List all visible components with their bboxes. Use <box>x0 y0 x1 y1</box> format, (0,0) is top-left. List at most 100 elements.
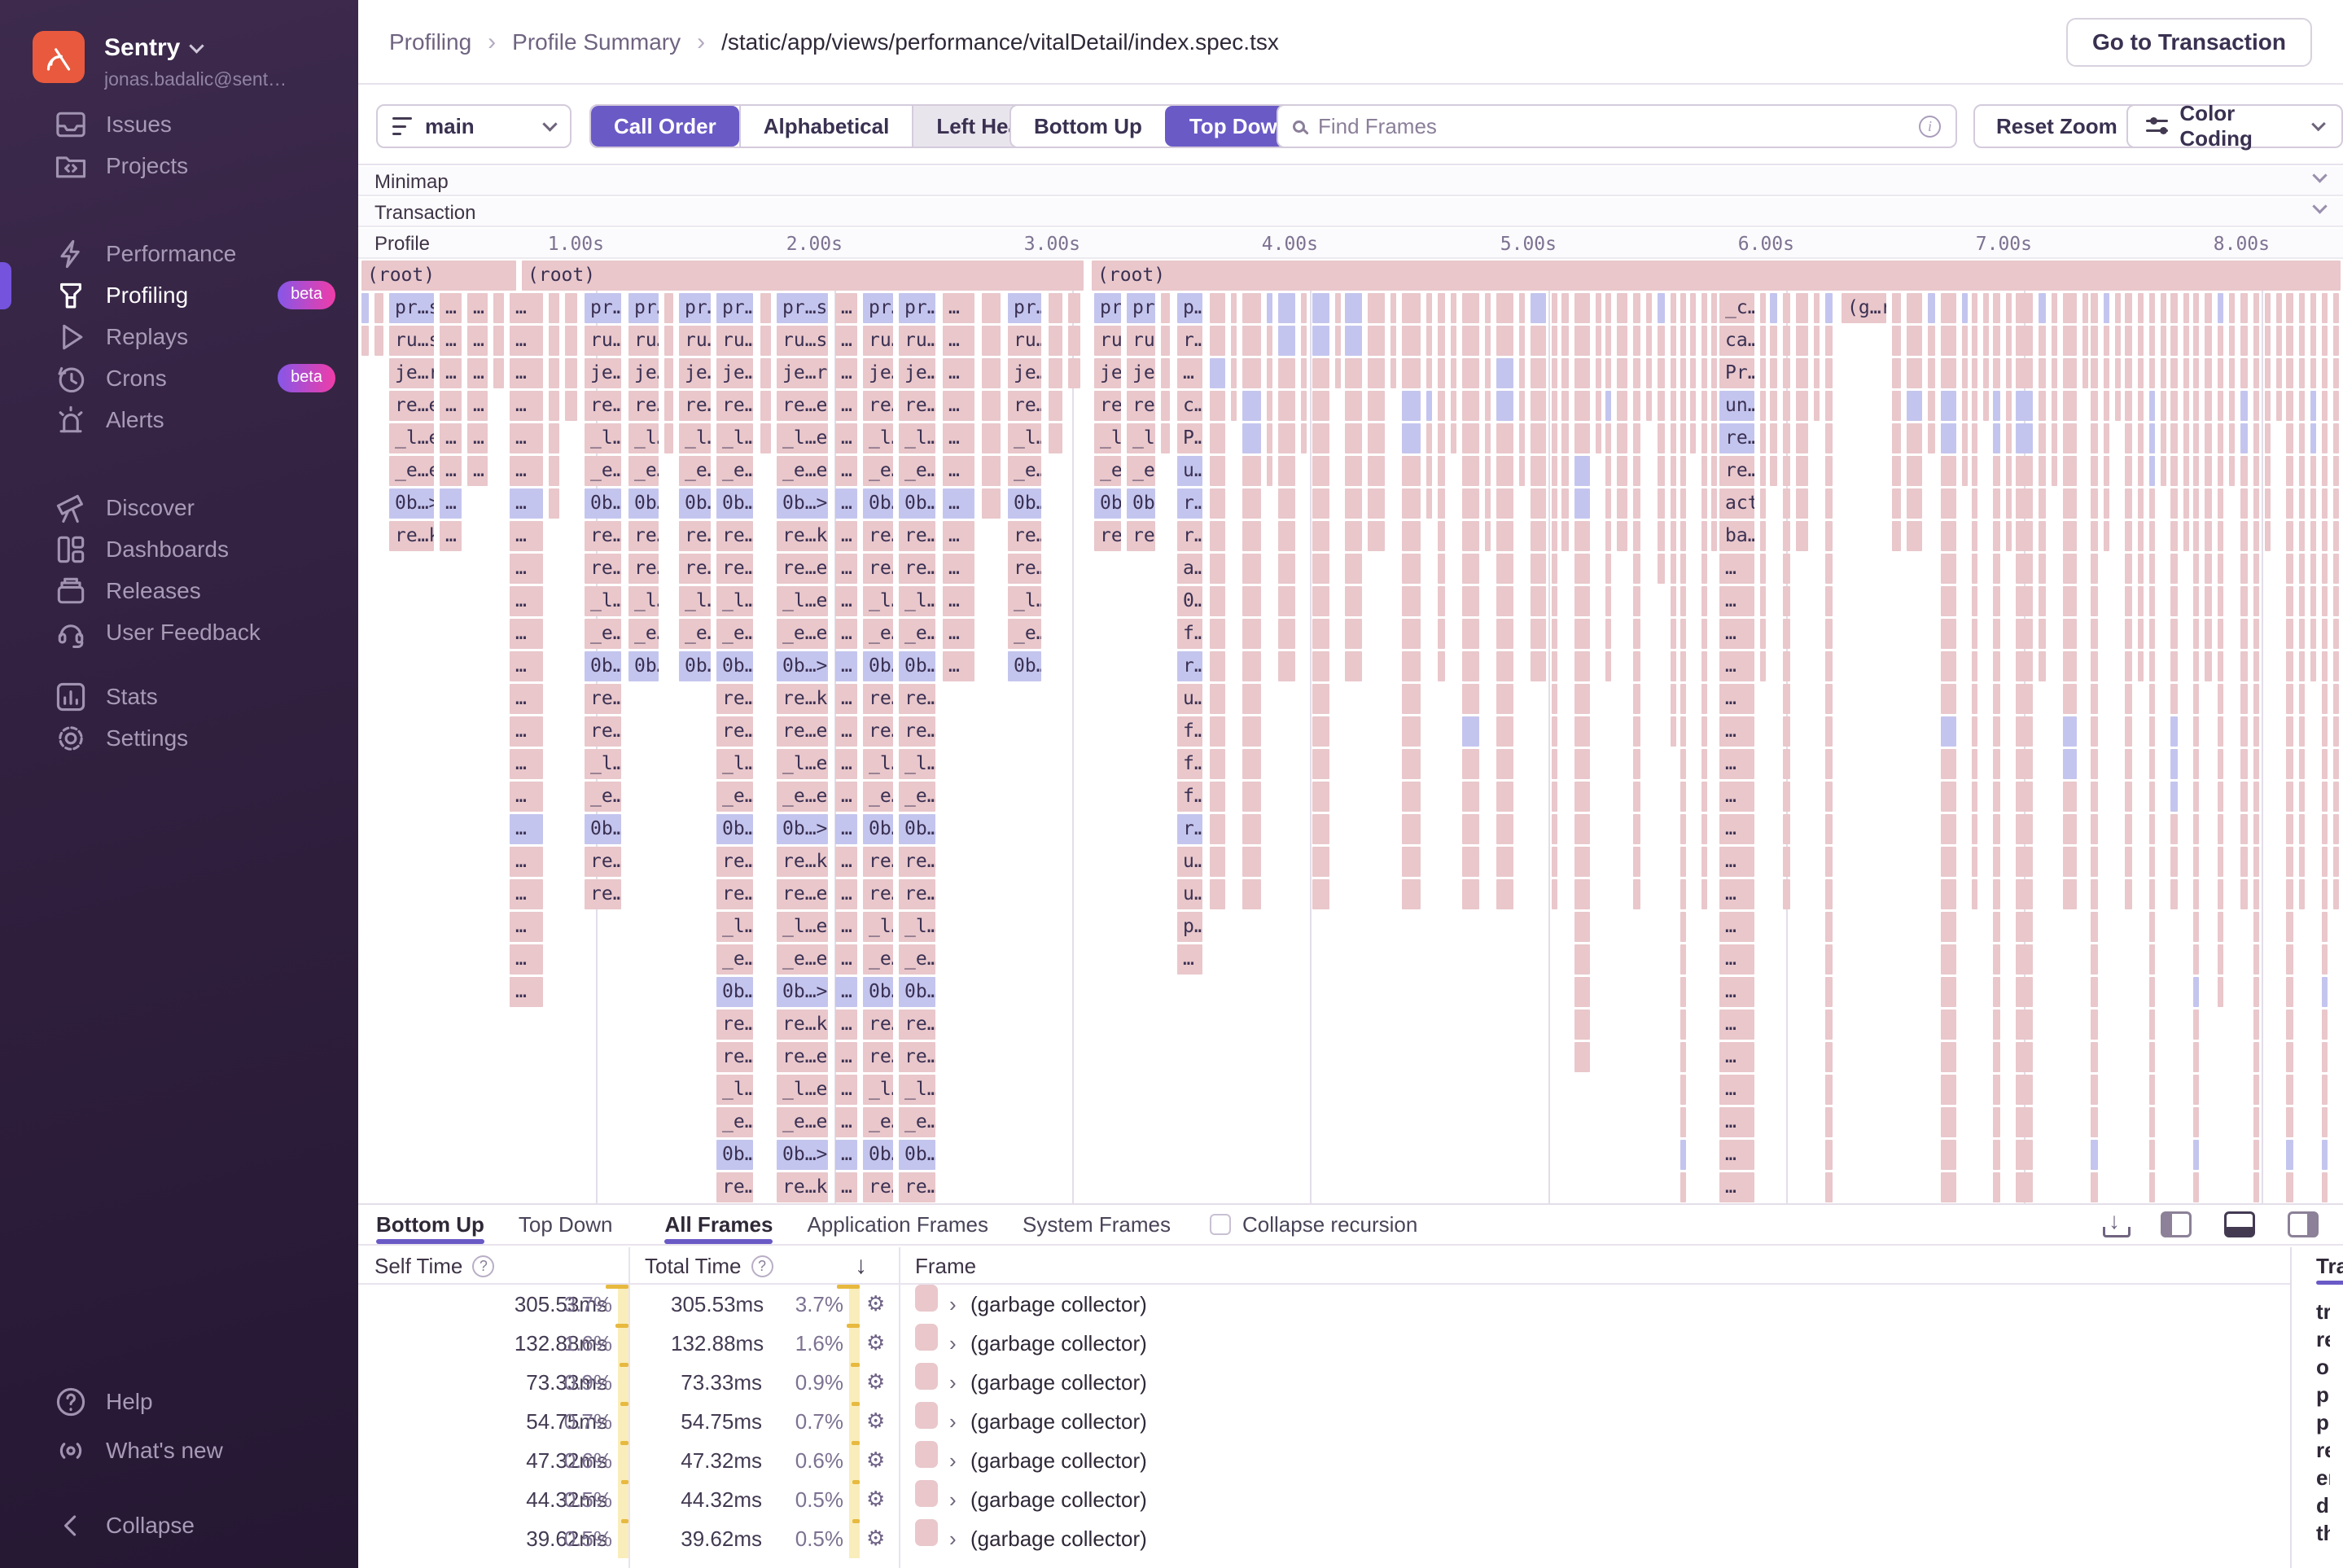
flamegraph-frame[interactable]: _e…e <box>1008 619 1041 649</box>
flamegraph-frame[interactable] <box>2170 814 2178 844</box>
flamegraph-frame[interactable] <box>1552 358 1557 388</box>
flamegraph-frame[interactable] <box>2149 293 2155 323</box>
flamegraph-frame[interactable] <box>1993 1010 2000 1040</box>
flamegraph-frame[interactable]: … <box>510 521 543 551</box>
flamegraph-frame[interactable] <box>2091 684 2098 714</box>
flamegraph-frame[interactable]: _e…e <box>899 456 935 486</box>
flamegraph-frame[interactable] <box>2265 293 2271 323</box>
flamegraph-frame[interactable] <box>2253 619 2259 649</box>
flamegraph-frame[interactable] <box>1972 879 1977 909</box>
flamegraph-frame[interactable] <box>2104 391 2109 421</box>
flamegraph-frame[interactable]: 0b…> <box>628 488 659 519</box>
flamegraph-frame[interactable] <box>1633 749 1640 779</box>
flamegraph-frame[interactable] <box>1605 651 1611 681</box>
flamegraph-frame[interactable] <box>1312 879 1329 909</box>
flamegraph-frame[interactable] <box>2039 326 2046 356</box>
flamegraph-frame[interactable] <box>2205 423 2212 453</box>
flamegraph-frame[interactable]: _l…e <box>899 912 935 942</box>
flamegraph-frame[interactable] <box>1770 293 1777 323</box>
flamegraph-frame[interactable] <box>2104 488 2109 519</box>
flamegraph-frame[interactable] <box>2193 619 2199 649</box>
flamegraph-frame[interactable]: _e…e <box>863 1107 893 1137</box>
flamegraph-frame[interactable] <box>1658 326 1665 356</box>
flamegraph-frame[interactable] <box>1462 847 1479 877</box>
flamegraph-frame[interactable] <box>1462 814 1479 844</box>
flamegraph-frame[interactable] <box>1680 977 1686 1007</box>
flamegraph-frame[interactable] <box>1574 847 1590 877</box>
flamegraph-frame[interactable] <box>1596 423 1601 453</box>
flamegraph-frame[interactable] <box>1242 358 1261 388</box>
flamegraph-frame[interactable] <box>1496 684 1513 714</box>
flamegraph-frame[interactable] <box>2091 782 2098 812</box>
flamegraph-frame[interactable]: … <box>835 847 857 877</box>
chevron-right-icon[interactable]: › <box>949 1519 957 1558</box>
flamegraph-frame[interactable] <box>2149 944 2155 975</box>
flamegraph-frame[interactable] <box>361 326 369 356</box>
flamegraph-frame[interactable] <box>1242 423 1261 453</box>
flamegraph-frame[interactable] <box>2253 391 2259 421</box>
flamegraph-frame[interactable] <box>2125 391 2132 421</box>
flamegraph-frame[interactable]: 0b…> <box>716 814 753 844</box>
flamegraph-frame[interactable] <box>1242 879 1261 909</box>
flamegraph-frame[interactable] <box>1462 488 1479 519</box>
flamegraph-frame[interactable] <box>2310 391 2316 421</box>
tab-system-frames[interactable]: System Frames <box>1023 1205 1171 1244</box>
flamegraph-frame[interactable] <box>1680 358 1686 388</box>
flamegraph-frame[interactable]: je…r <box>899 358 935 388</box>
flamegraph-frame[interactable] <box>2149 1107 2155 1137</box>
flamegraph-frame[interactable] <box>1983 326 1989 356</box>
flamegraph-frame[interactable] <box>1596 358 1601 388</box>
flamegraph-frame[interactable] <box>1519 423 1525 453</box>
flamegraph-frame[interactable] <box>2240 619 2248 649</box>
flamegraph-frame[interactable] <box>2240 651 2248 681</box>
flamegraph-frame[interactable]: r… <box>1177 651 1202 681</box>
flamegraph-frame[interactable] <box>2149 749 2155 779</box>
flamegraph-frame[interactable] <box>1825 1107 1833 1137</box>
flamegraph-frame[interactable]: P… <box>1177 423 1202 453</box>
flamegraph-frame[interactable]: re…e <box>716 879 753 909</box>
flamegraph-frame[interactable] <box>2205 391 2212 421</box>
flamegraph-frame[interactable] <box>549 326 559 356</box>
flamegraph-frame[interactable]: _e…e <box>389 456 434 486</box>
flamegraph-frame[interactable] <box>2286 651 2293 681</box>
flamegraph-frame[interactable]: pr…s <box>777 293 828 323</box>
table-row[interactable]: 73.33ms 0.9% 73.33ms 0.9% ⚙ › (garbage collect… <box>358 1363 2290 1402</box>
flamegraph-frame[interactable] <box>2149 912 2155 942</box>
flamegraph-frame[interactable] <box>1552 293 1557 323</box>
flamegraph-frame[interactable] <box>1972 521 1977 551</box>
flamegraph-frame[interactable] <box>1552 684 1557 714</box>
flamegraph-frame[interactable] <box>2149 1010 2155 1040</box>
flamegraph-frame[interactable] <box>1671 716 1676 747</box>
flamegraph-frame[interactable] <box>1574 977 1590 1007</box>
flamegraph-frame[interactable] <box>2193 847 2199 877</box>
flamegraph-frame[interactable] <box>1552 586 1557 616</box>
flamegraph-frame[interactable] <box>2016 847 2033 877</box>
flamegraph-frame[interactable] <box>1711 488 1717 519</box>
flamegraph-frame[interactable]: … <box>510 749 543 779</box>
flamegraph-frame[interactable] <box>1068 326 1080 356</box>
flamegraph-frame[interactable] <box>1783 814 1790 844</box>
flamegraph-frame[interactable] <box>1605 326 1611 356</box>
flamegraph-frame[interactable] <box>2091 1140 2098 1170</box>
flamegraph-frame[interactable]: pr…s <box>389 293 434 323</box>
flamegraph-frame[interactable] <box>1671 293 1676 323</box>
flamegraph-frame[interactable] <box>2193 521 2199 551</box>
flamegraph-frame[interactable] <box>2286 586 2293 616</box>
flamegraph-frame[interactable] <box>1574 586 1590 616</box>
flamegraph-frame[interactable]: … <box>835 977 857 1007</box>
flamegraph-frame[interactable] <box>1519 456 1525 486</box>
flamegraph-frame[interactable] <box>1796 358 1808 388</box>
flamegraph-frame[interactable]: _l…e <box>716 749 753 779</box>
flamegraph-frame[interactable]: 0b…> <box>899 651 935 681</box>
flamegraph-frame[interactable]: _l…e <box>389 423 434 453</box>
flamegraph-frame[interactable] <box>2322 326 2328 356</box>
flamegraph-frame[interactable] <box>493 293 504 323</box>
flamegraph-frame[interactable] <box>2265 423 2271 453</box>
flamegraph-frame[interactable] <box>1993 782 2000 812</box>
flamegraph-frame[interactable] <box>1462 456 1479 486</box>
flamegraph-frame[interactable]: … <box>835 1140 857 1170</box>
flamegraph-frame[interactable]: ru…s <box>1094 326 1121 356</box>
flamegraph-frame[interactable] <box>2016 814 2033 844</box>
flamegraph-frame[interactable] <box>1210 684 1225 714</box>
flamegraph-frame[interactable] <box>982 423 1001 453</box>
